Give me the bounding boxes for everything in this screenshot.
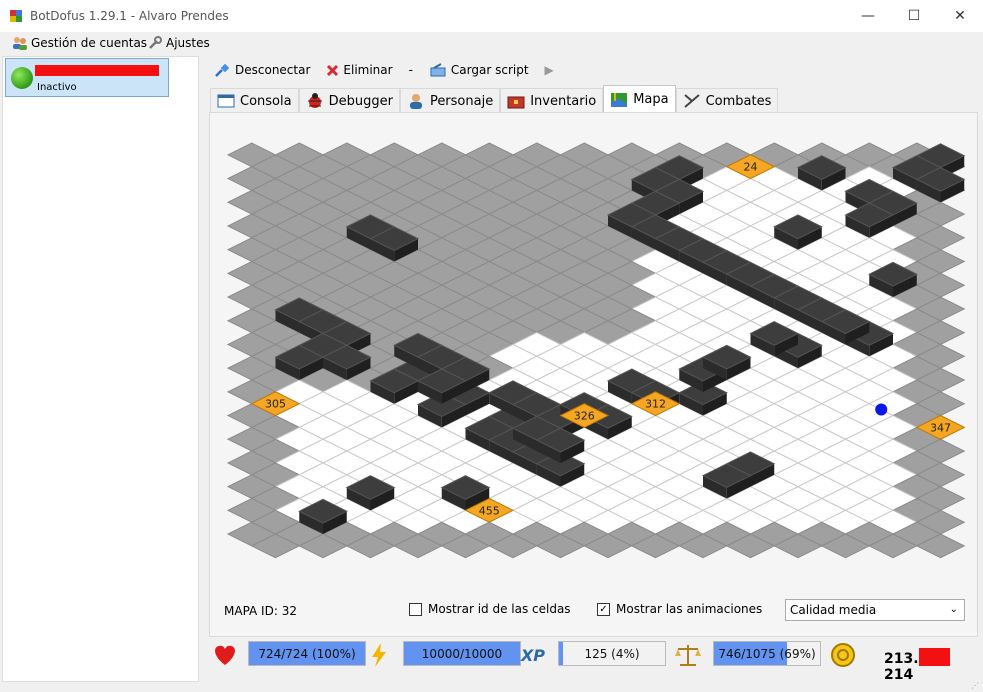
app-icon	[10, 10, 22, 22]
menu-settings-label: Ajustes	[166, 36, 210, 50]
delete-label: Eliminar	[343, 63, 393, 77]
tab-strip: Consola Debugger Personaje Inventario Ma…	[210, 85, 779, 113]
energy-bar: 10000/10000	[403, 641, 521, 666]
energy-icon	[365, 642, 393, 668]
kamas-redacted	[918, 648, 950, 666]
play-button[interactable]: ▶	[545, 63, 554, 77]
scales-icon	[674, 642, 702, 668]
users-icon	[13, 37, 27, 50]
wrench-icon	[149, 36, 162, 49]
tab-debugger-label: Debugger	[328, 93, 393, 109]
window-title: BotDofus 1.29.1 - Alvaro Prendes	[30, 9, 229, 23]
chevron-down-icon: ⌄	[949, 604, 958, 615]
xp-bar: 125 (4%)	[558, 641, 666, 666]
xp-icon: XP	[520, 645, 546, 665]
maximize-button[interactable]: ☐	[891, 0, 937, 32]
tab-inventory[interactable]: Inventario	[500, 88, 604, 113]
quality-value: Calidad media	[790, 603, 877, 617]
weight-text: 746/1075 (69%)	[718, 646, 816, 661]
tab-console[interactable]: Consola	[210, 88, 299, 113]
script-icon	[430, 62, 446, 76]
character-icon	[409, 94, 422, 109]
kamas-amount: 213.214	[884, 648, 977, 683]
kamas-icon	[829, 642, 857, 668]
cell-id-label: 312	[645, 398, 666, 411]
cell-id-label: 305	[265, 398, 286, 411]
xp-bar-fill	[559, 642, 564, 665]
console-icon	[217, 94, 235, 108]
resize-grip-icon[interactable]: ⋰	[971, 681, 979, 690]
load-script-button[interactable]: Cargar script	[429, 62, 529, 78]
disconnect-label: Desconectar	[235, 63, 311, 77]
show-cell-ids-box[interactable]	[409, 602, 422, 616]
delete-icon	[327, 64, 339, 76]
toolbar: Desconectar Eliminar - Cargar script ▶	[214, 60, 554, 80]
show-animations-label: Mostrar las animaciones	[616, 602, 763, 616]
life-text: 724/724 (100%)	[258, 646, 356, 661]
kamas-start: 213.	[884, 651, 919, 667]
menu-accounts[interactable]: Gestión de cuentas	[12, 36, 147, 50]
tab-debugger[interactable]: Debugger	[298, 88, 400, 113]
account-status: Inactivo	[37, 82, 77, 93]
accounts-list: Inactivo	[2, 56, 199, 682]
delete-button[interactable]: Eliminar	[326, 63, 393, 77]
xp-text: 125 (4%)	[584, 646, 640, 661]
heart-icon	[211, 642, 239, 668]
tab-map-label: Mapa	[633, 92, 669, 107]
load-script-label: Cargar script	[450, 63, 529, 77]
player-marker-icon	[875, 403, 888, 416]
show-cell-ids-label: Mostrar id de las celdas	[428, 602, 571, 616]
plug-icon	[215, 63, 230, 77]
weight-bar: 746/1075 (69%)	[713, 641, 821, 666]
status-orb-icon	[11, 67, 33, 89]
life-bar: 724/724 (100%)	[248, 641, 366, 666]
disconnect-button[interactable]: Desconectar	[214, 63, 310, 78]
show-animations-checkbox[interactable]: ✓ Mostrar las animaciones	[597, 602, 762, 616]
energy-text: 10000/10000	[421, 646, 503, 661]
map-grid[interactable]: 24 305 326 312 347 455	[210, 113, 977, 593]
menu-bar: Gestión de cuentas Ajustes	[0, 32, 983, 56]
show-animations-box[interactable]: ✓	[597, 602, 610, 616]
minimize-button[interactable]: —	[845, 0, 891, 32]
tab-character-label: Personaje	[429, 93, 494, 109]
map-id-label: MAPA ID: 32	[224, 604, 297, 618]
account-item[interactable]: Inactivo	[5, 58, 169, 97]
title-bar: BotDofus 1.29.1 - Alvaro Prendes — ☐ ✕	[0, 0, 983, 32]
account-name-redacted	[35, 65, 159, 76]
close-button[interactable]: ✕	[937, 0, 983, 32]
bug-icon	[307, 93, 322, 108]
menu-accounts-label: Gestión de cuentas	[31, 36, 148, 50]
status-bar: 724/724 (100%) 10000/10000 XP 125 (4%) 7…	[209, 640, 977, 683]
tab-inventory-label: Inventario	[530, 93, 597, 109]
chest-icon	[507, 96, 525, 109]
tab-console-label: Consola	[240, 93, 292, 109]
cell-id-label: 455	[479, 504, 500, 517]
map-panel: 24 305 326 312 347 455 MAPA ID: 32 Mostrar id…	[209, 112, 978, 637]
map-icon	[611, 92, 628, 107]
tab-character[interactable]: Personaje	[399, 88, 501, 113]
tab-combats-label: Combates	[705, 93, 772, 109]
cell-id-label: 326	[574, 410, 595, 423]
tab-combats[interactable]: Combates	[675, 88, 779, 113]
quality-select[interactable]: Calidad media ⌄	[785, 599, 965, 621]
menu-settings[interactable]: Ajustes	[147, 36, 210, 50]
kamas-end: 214	[884, 667, 914, 683]
show-cell-ids-checkbox[interactable]: Mostrar id de las celdas	[409, 602, 571, 616]
cell-id-label: 347	[930, 421, 951, 434]
swords-icon	[683, 94, 700, 108]
cell-id-label: 24	[744, 161, 758, 174]
toolbar-separator: -	[408, 63, 413, 77]
tab-map[interactable]: Mapa	[603, 85, 676, 113]
